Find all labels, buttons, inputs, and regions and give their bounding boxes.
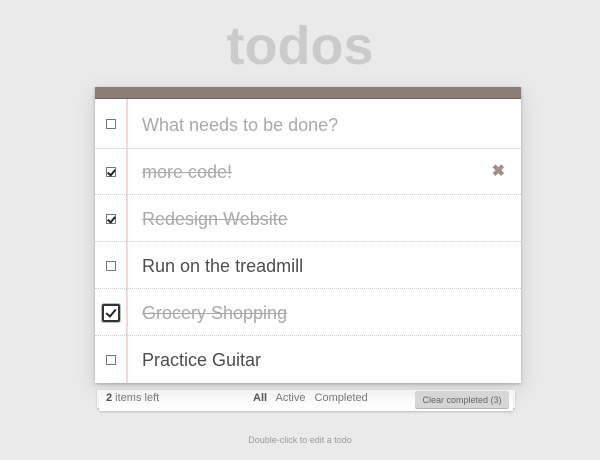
- todo-checkbox[interactable]: [106, 260, 116, 271]
- todo-item[interactable]: Redesign Website: [95, 196, 521, 242]
- todo-item[interactable]: more code! ✖: [95, 149, 521, 195]
- filter-active[interactable]: Active: [276, 392, 306, 404]
- todo-label: Practice Guitar: [142, 350, 262, 370]
- todo-label: Redesign Website: [142, 209, 288, 229]
- new-todo-row: [95, 99, 521, 149]
- todo-checkbox[interactable]: [106, 355, 116, 365]
- edit-hint: Double-click to edit a todo: [248, 435, 352, 445]
- new-todo-input[interactable]: [142, 113, 502, 137]
- todo-label: Run on the treadmill: [142, 256, 304, 276]
- clear-completed-button[interactable]: Clear completed (3): [415, 391, 509, 409]
- filter-completed[interactable]: Completed: [315, 392, 368, 404]
- todo-label: Grocery Shopping: [142, 303, 288, 323]
- todo-label: more code!: [142, 162, 233, 182]
- items-left-count: 2 items left: [106, 392, 160, 404]
- todo-checkbox[interactable]: [106, 166, 116, 177]
- app-title: todos: [226, 16, 374, 76]
- delete-todo-button[interactable]: ✖: [492, 161, 505, 183]
- todo-checkbox[interactable]: [102, 303, 120, 322]
- todo-card: more code! ✖ Redesign Website Run on the…: [95, 87, 521, 383]
- filter-all[interactable]: All: [253, 392, 267, 404]
- filter-links: All Active Completed: [253, 392, 374, 404]
- todo-footer: 2 items left All Active Completed Clear …: [95, 383, 521, 413]
- todo-item[interactable]: Run on the treadmill: [95, 243, 521, 289]
- todo-checkbox[interactable]: [106, 213, 116, 224]
- card-top-bar: [95, 87, 521, 99]
- toggle-all-checkbox[interactable]: [106, 118, 116, 129]
- todo-item[interactable]: Grocery Shopping: [95, 290, 521, 336]
- todo-item[interactable]: Practice Guitar: [95, 337, 521, 383]
